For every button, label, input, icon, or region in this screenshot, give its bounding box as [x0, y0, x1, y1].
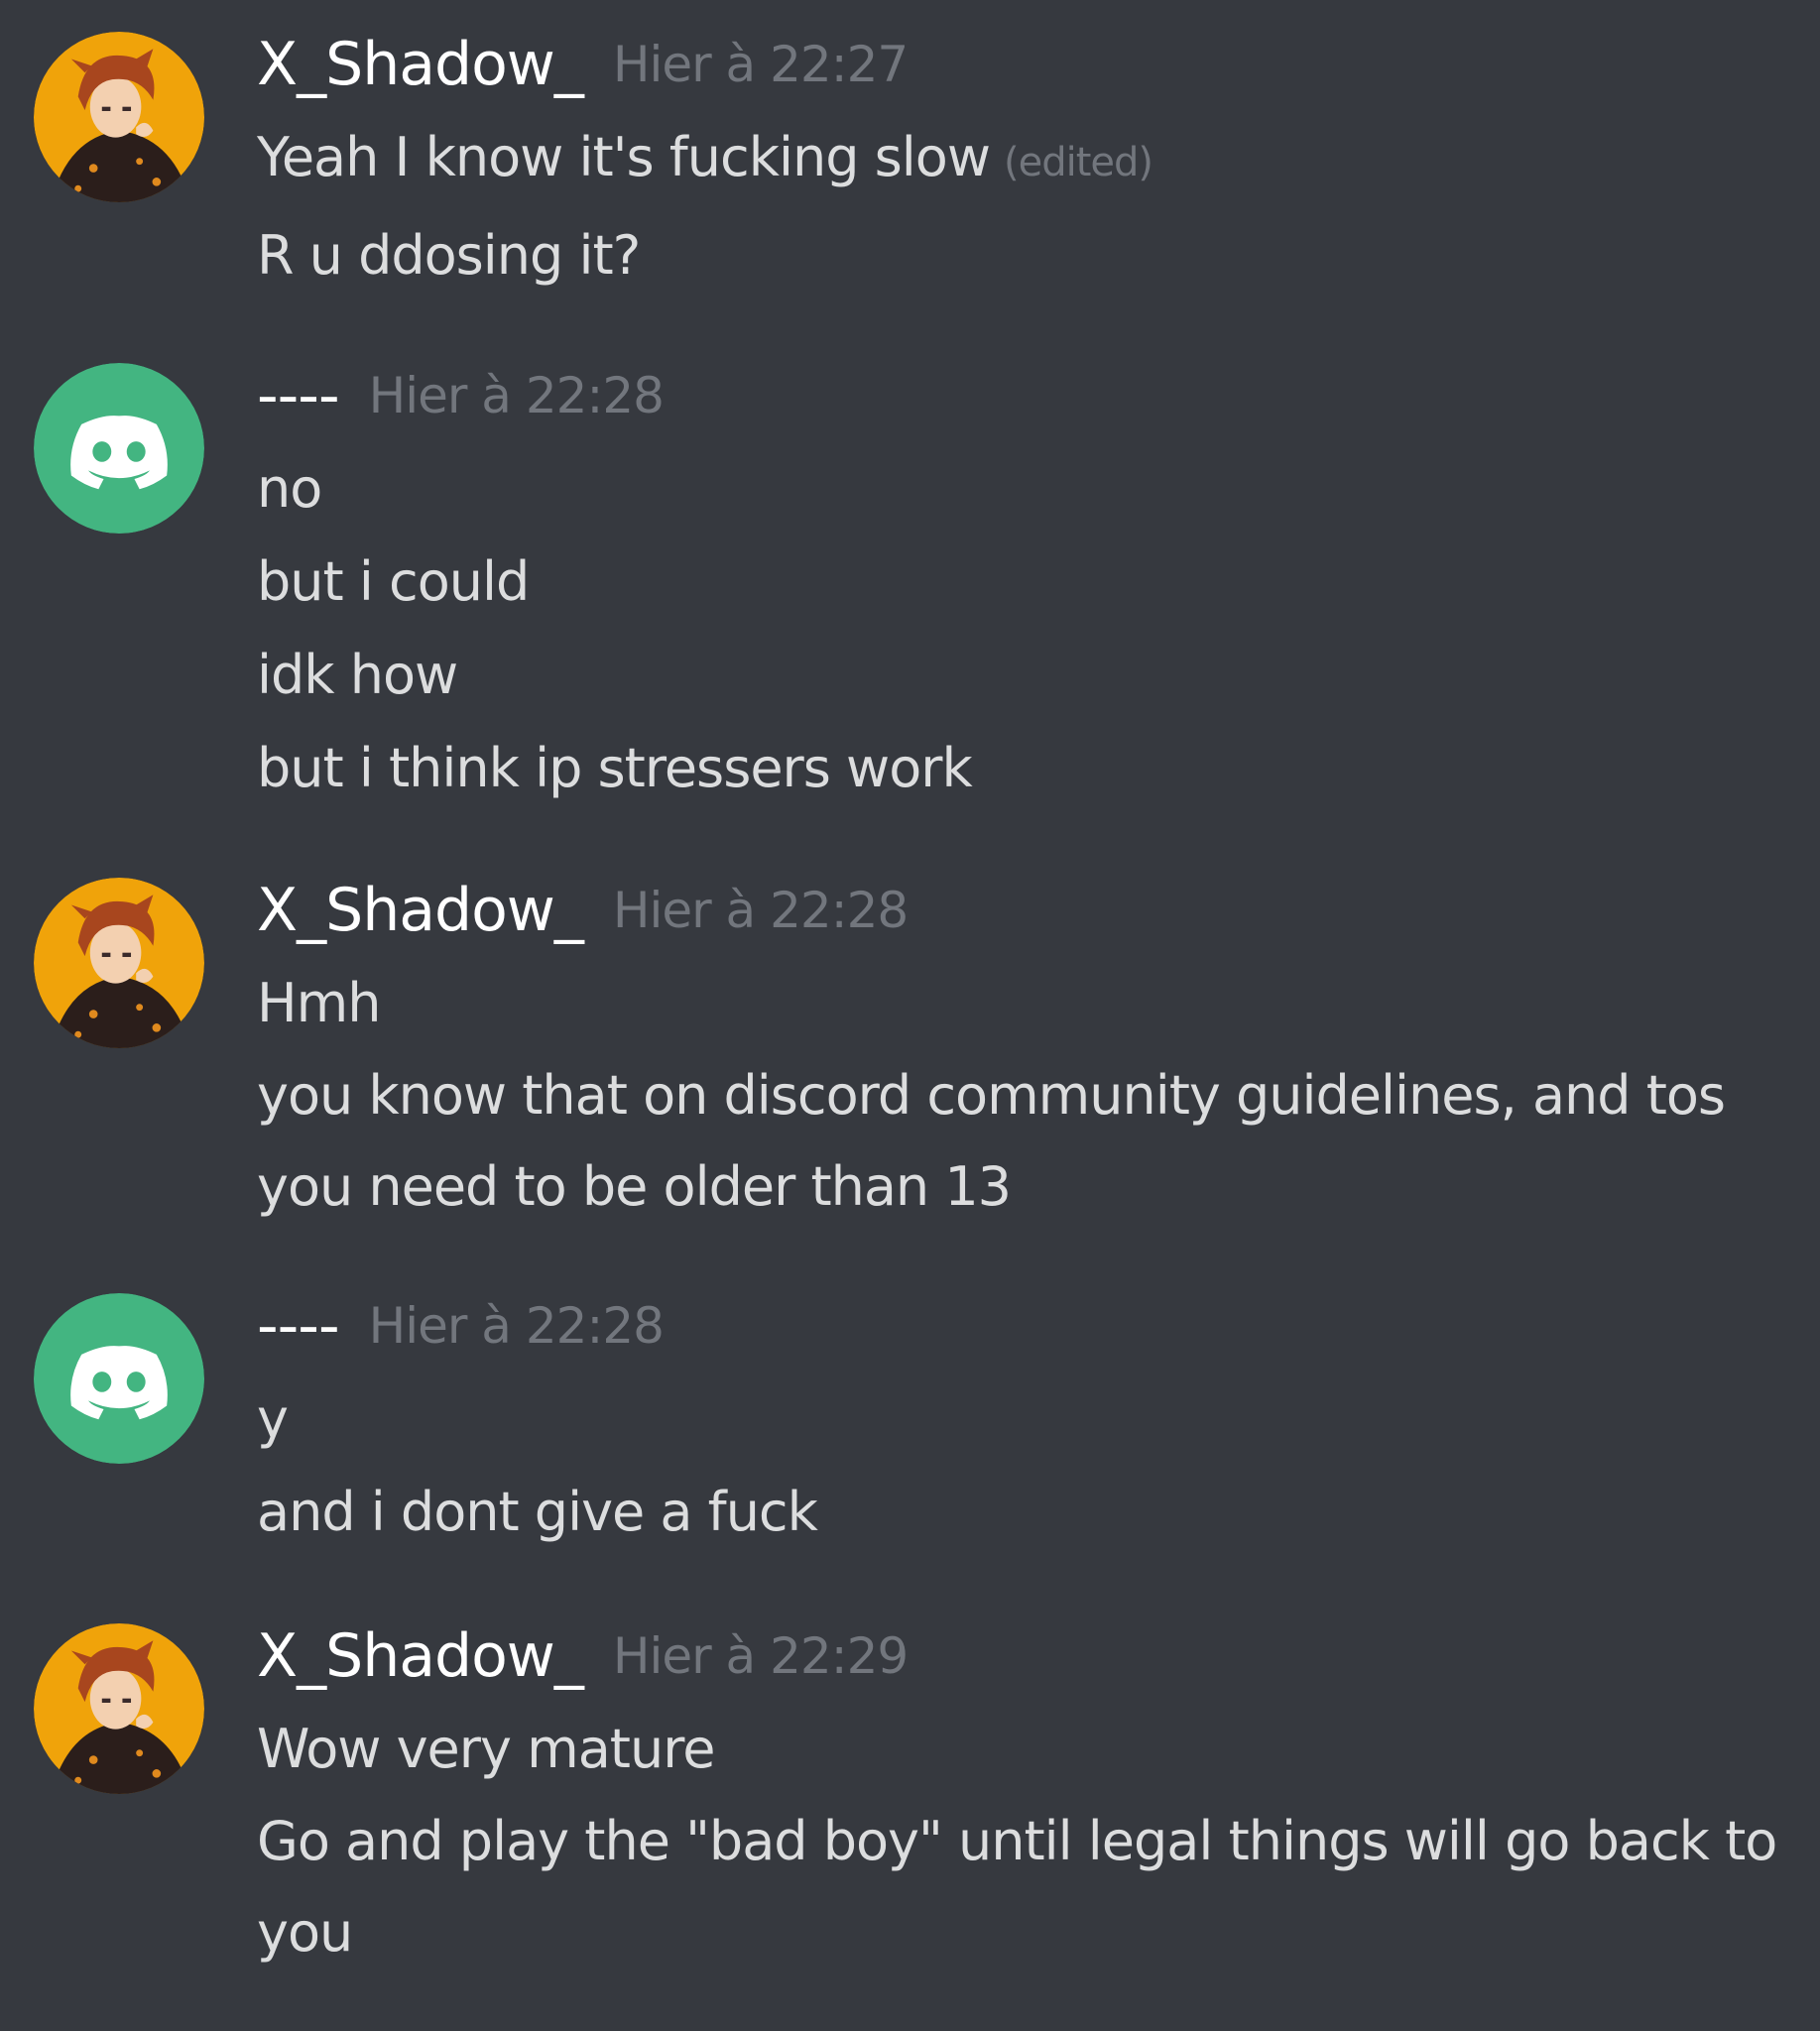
message-line: and i dont give a fuck [257, 1481, 818, 1543]
discord-default-avatar-icon[interactable] [34, 1293, 204, 1464]
timestamp: Hier à 22:28 [612, 882, 909, 939]
message-header: ---- Hier à 22:28 [257, 1279, 1784, 1373]
message-header: X_Shadow_ Hier à 22:27 [257, 18, 1784, 111]
message-line: idk how [257, 644, 458, 706]
chat-messages: X_Shadow_ Hier à 22:27 Yeah I know it's … [0, 0, 1820, 2031]
username[interactable]: ---- [257, 361, 340, 430]
message-header: X_Shadow_ Hier à 22:28 [257, 864, 1784, 957]
message-header: ---- Hier à 22:28 [257, 349, 1784, 442]
anime-character-avatar-icon[interactable] [34, 878, 204, 1048]
username[interactable]: X_Shadow_ [257, 876, 584, 945]
message-header: X_Shadow_ Hier à 22:29 [257, 1610, 1784, 1703]
username[interactable]: ---- [257, 1291, 340, 1361]
message-line: Hmh [257, 972, 381, 1034]
message-line: y [257, 1387, 289, 1450]
anime-character-avatar-icon[interactable] [34, 32, 204, 202]
message-text: Yeah I know it's fucking slow [257, 126, 991, 188]
username[interactable]: X_Shadow_ [257, 30, 584, 99]
message-content: X_Shadow_ Hier à 22:29 Wow very mature G… [257, 1610, 1784, 1978]
message-line: but i think ip stressers work [257, 737, 973, 799]
timestamp: Hier à 22:27 [612, 36, 909, 93]
message-content: X_Shadow_ Hier à 22:28 Hmh you know that… [257, 864, 1784, 1233]
timestamp: Hier à 22:28 [368, 367, 665, 424]
discord-default-avatar-icon[interactable] [34, 363, 204, 534]
message-content: ---- Hier à 22:28 y and i dont give a fu… [257, 1279, 1784, 1559]
message-content: X_Shadow_ Hier à 22:27 Yeah I know it's … [257, 18, 1784, 302]
message-line: Yeah I know it's fucking slow (edited) [257, 111, 1784, 209]
username[interactable]: X_Shadow_ [257, 1621, 584, 1691]
message-line: but i could [257, 550, 530, 613]
timestamp: Hier à 22:29 [612, 1627, 909, 1685]
message-line: no [257, 457, 322, 520]
timestamp: Hier à 22:28 [368, 1297, 665, 1355]
message-content: ---- Hier à 22:28 no but i could idk how… [257, 349, 1784, 815]
anime-character-avatar-icon[interactable] [34, 1623, 204, 1794]
message-line: you know that on discord community guide… [257, 1064, 1726, 1218]
message-line: Wow very mature [257, 1718, 715, 1780]
message-line: Go and play the "bad boy" until legal th… [257, 1810, 1777, 1964]
edited-label: (edited) [1004, 140, 1153, 185]
message-line: R u ddosing it? [257, 224, 641, 287]
